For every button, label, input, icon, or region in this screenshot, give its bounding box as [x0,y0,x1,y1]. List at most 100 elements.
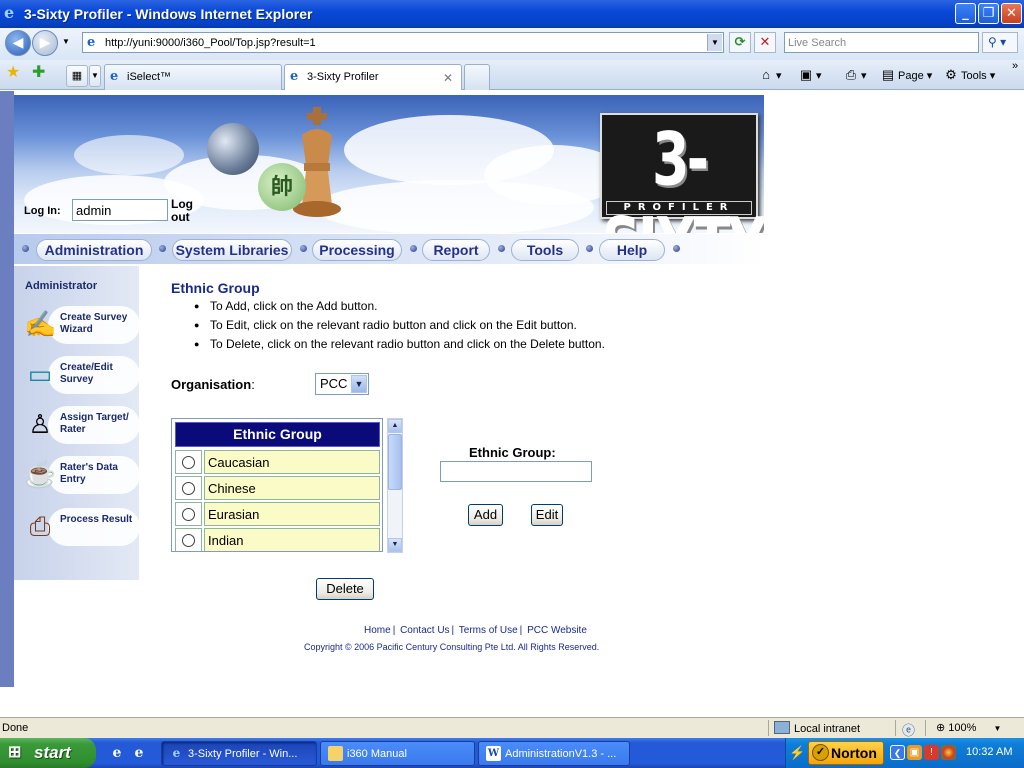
menu-administration[interactable]: Administration [36,239,152,261]
tab-3sixty-profiler[interactable]: e 3-Sixty Profiler ✕ [284,64,462,90]
printer-icon: ⎙ [845,67,857,82]
sidebar-item-process-result[interactable]: ⎙ Process Result [22,506,142,548]
footer-link-terms[interactable]: Terms of Use [459,625,518,636]
three-sixty-logo: 3-SIXTY PROFILER [600,113,764,233]
menu-bullet-icon [498,245,505,252]
start-button[interactable]: ⊞ start [0,738,96,768]
sidebar-item-create-edit-survey[interactable]: ▭ Create/Edit Survey [22,354,142,396]
refresh-button[interactable]: ⟳ [729,32,751,53]
ethnic-group-name: Eurasian [204,502,380,526]
menu-tools[interactable]: Tools [511,239,579,261]
ethnic-group-input[interactable] [440,461,592,482]
scroll-up-icon[interactable]: ▲ [388,419,402,433]
ethnic-group-field-label: Ethnic Group: [469,445,556,460]
tray-arrow-icon[interactable]: ❮ [890,745,905,760]
back-button[interactable]: ◀ [5,30,31,56]
minimize-button[interactable]: _ [955,3,976,24]
add-favorites-icon[interactable]: ✚ [32,64,45,82]
chevron-down-icon[interactable]: ▼ [351,375,367,393]
footer-link-contact[interactable]: Contact Us [400,625,449,636]
tab-ie-icon: e [290,69,299,84]
sidebar: Administrator ✍ Create Survey Wizard ▭ C… [14,266,142,580]
sidebar-item-raters-data-entry[interactable]: ☕ Rater's Data Entry [22,454,142,496]
radio-cell [175,476,202,500]
page-menu[interactable]: ▤ Page ▾ [880,67,932,83]
new-tab-button[interactable] [464,64,490,90]
menu-report[interactable]: Report [422,239,490,261]
zoom-dropdown-icon[interactable]: ▼ [993,724,1001,733]
home-button[interactable]: ⌂ ▾ [758,67,781,82]
quick-tabs-icon[interactable]: ▦ [66,65,88,87]
search-input[interactable]: Live Search [784,32,979,53]
scroll-down-icon[interactable]: ▼ [388,538,402,552]
tab-iselect[interactable]: e iSelect™ [104,64,282,90]
stop-button[interactable]: ✕ [754,32,776,53]
logout-link[interactable]: Log out [171,198,195,224]
sidebar-item-label: Create Survey Wizard [60,312,128,335]
footer-link-home[interactable]: Home [364,625,391,636]
table-row: Indian [175,528,380,551]
menu-help[interactable]: Help [599,239,665,261]
footer-link-pcc-website[interactable]: PCC Website [527,625,587,636]
sidebar-item-label: Assign Target/ Rater [60,412,129,435]
status-divider [895,720,896,736]
tab-ie-icon: e [110,69,119,84]
url-field[interactable]: e http://yuni:9000/i360_Pool/Top.jsp?res… [82,32,724,53]
task-administration-doc[interactable]: W AdministrationV1.3 - ... [478,741,630,766]
restore-button[interactable]: ❐ [978,3,999,24]
protected-mode-icon[interactable]: ⓔ [902,720,915,739]
tray-shield-icon[interactable]: ! [924,745,939,760]
login-username-field[interactable] [72,199,168,221]
menu-processing[interactable]: Processing [312,239,402,261]
row-radio-button[interactable] [182,482,195,495]
windows-taskbar: ⊞ start e e e 3-Sixty Profiler - Win... … [0,738,1024,768]
row-radio-button[interactable] [182,534,195,547]
scrollbar-thumb[interactable] [388,434,402,490]
toolbar-overflow-icon[interactable]: » [1012,60,1018,72]
home-icon: ⌂ [762,67,770,82]
gear-icon: ⚙ [945,67,957,82]
sidebar-item-create-survey-wizard[interactable]: ✍ Create Survey Wizard [22,304,142,346]
web-page: 帥 3-SIXTY PROFILER Log In: Log out Admin… [0,91,1024,717]
delete-button[interactable]: Delete [316,578,374,600]
task-label: 3-Sixty Profiler - Win... [188,748,298,760]
task-3sixty-profiler[interactable]: e 3-Sixty Profiler - Win... [161,741,317,766]
print-button[interactable]: ⎙ ▾ [843,67,867,83]
row-radio-button[interactable] [182,508,195,521]
tray-tool-icon[interactable]: ⚡ [789,745,805,760]
sidebar-item-assign-target-rater[interactable]: ♙ Assign Target/ Rater [22,404,142,446]
menu-system-libraries[interactable]: System Libraries [172,239,292,261]
norton-button[interactable]: ✓ Norton [808,741,884,765]
security-zone-label: Local intranet [794,723,861,735]
tab-list-dropdown-icon[interactable]: ▼ [89,65,101,87]
quicklaunch-ie7-icon[interactable]: e [130,744,148,762]
logo-subtitle: PROFILER [606,201,752,215]
add-button[interactable]: Add [468,504,503,526]
edit-button[interactable]: Edit [531,504,563,526]
task-i360-manual[interactable]: i360 Manual [320,741,475,766]
url-dropdown-icon[interactable]: ▼ [707,34,722,51]
feeds-button[interactable]: ▣ ▾ [798,67,822,83]
search-button[interactable]: ⚲ ▾ [982,32,1018,53]
zoom-control[interactable]: ⊕ 100% ▼ [936,721,1001,734]
tray-color-icon[interactable] [941,745,956,760]
tray-app-icon[interactable]: ▣ [907,745,922,760]
close-window-button[interactable]: ✕ [1001,3,1022,24]
forward-button[interactable]: ▶ [32,30,58,56]
window-titlebar[interactable]: e 3-Sixty Profiler - Windows Internet Ex… [0,0,1024,28]
quicklaunch-ie-icon[interactable]: e [108,744,126,762]
url-text: http://yuni:9000/i360_Pool/Top.jsp?resul… [105,37,316,49]
close-tab-icon[interactable]: ✕ [443,71,453,85]
word-doc-icon: W [486,746,501,761]
tools-menu[interactable]: ⚙ Tools ▾ [943,67,995,83]
window-title: 3-Sixty Profiler - Windows Internet Expl… [24,6,313,22]
page-ie-icon: e [87,35,96,50]
favorites-star-icon[interactable]: ★ [6,64,20,82]
recent-pages-dropdown-icon[interactable]: ▼ [62,37,70,46]
menu-bullet-icon [673,245,680,252]
intranet-zone-icon [774,721,790,734]
security-zone[interactable]: Local intranet [774,721,860,735]
row-radio-button[interactable] [182,456,195,469]
table-scrollbar[interactable]: ▲ ▼ [387,418,403,553]
organisation-select[interactable]: PCC ▼ [315,373,369,395]
